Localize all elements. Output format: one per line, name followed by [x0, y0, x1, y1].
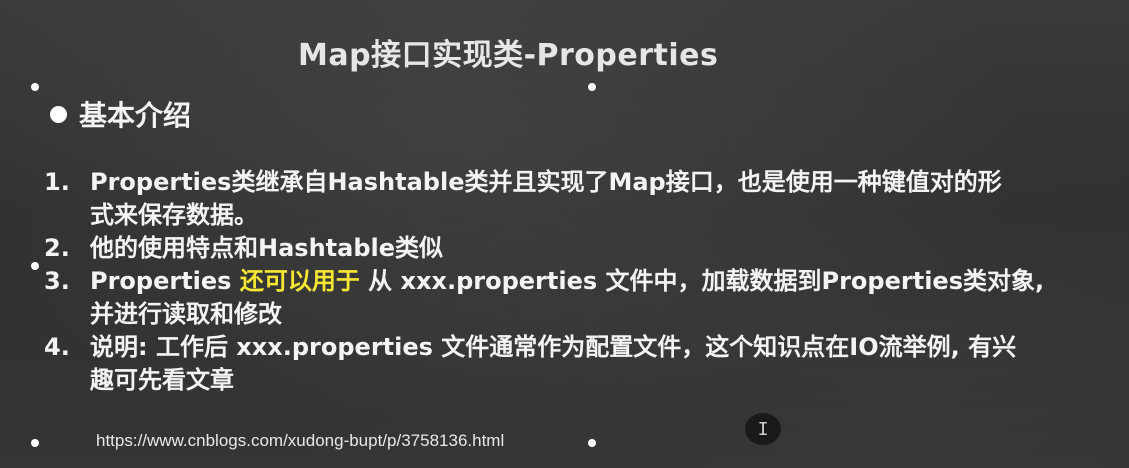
- numbered-list: 1. Properties类继承自Hashtable类并且实现了Map接口，也是…: [44, 166, 1129, 397]
- list-item-text: Properties类继承自Hashtable类并且实现了Map接口，也是使用一…: [90, 168, 1002, 196]
- list-item: 4. 说明: 工作后 xxx.properties 文件通常作为配置文件，这个知…: [44, 331, 1129, 397]
- list-item-number: 1.: [44, 168, 70, 196]
- list-item-prefix: Properties: [90, 267, 240, 295]
- list-item: 2. 他的使用特点和Hashtable类似: [44, 232, 1129, 265]
- article-link[interactable]: https://www.cnblogs.com/xudong-bupt/p/37…: [96, 431, 504, 451]
- slide-title: Map接口实现类-Properties: [298, 38, 719, 73]
- list-item-text: 说明: 工作后 xxx.properties 文件通常作为配置文件，这个知识点在…: [90, 333, 1017, 361]
- selection-handle[interactable]: [588, 83, 596, 91]
- list-item-text: 趣可先看文章: [90, 366, 234, 394]
- list-item-number: 2.: [44, 234, 70, 262]
- list-item-text: 式来保存数据。: [90, 201, 258, 229]
- section-heading-text: 基本介绍: [79, 99, 192, 132]
- selection-handle[interactable]: [588, 439, 596, 447]
- list-item-text: 并进行读取和修改: [90, 300, 282, 328]
- list-item: 3. Properties 还可以用于 从 xxx.properties 文件中…: [44, 265, 1129, 331]
- section-heading: 基本介绍: [50, 94, 191, 134]
- list-item-suffix: 从 xxx.properties 文件中，加载数据到Properties类对象,: [359, 267, 1045, 295]
- text-cursor-icon: I: [745, 413, 781, 445]
- highlighted-text: 还可以用于: [239, 267, 360, 295]
- selection-handle[interactable]: [31, 83, 39, 91]
- list-item-text: 他的使用特点和Hashtable类似: [90, 234, 444, 262]
- list-item: 1. Properties类继承自Hashtable类并且实现了Map接口，也是…: [44, 166, 1129, 232]
- bullet-icon: [50, 105, 67, 123]
- list-item-number: 3.: [44, 267, 70, 295]
- selection-handle[interactable]: [31, 262, 39, 270]
- selection-handle[interactable]: [31, 439, 39, 447]
- list-item-number: 4.: [44, 333, 70, 361]
- list-item-text: Properties 还可以用于 从 xxx.properties 文件中，加载…: [90, 265, 1129, 298]
